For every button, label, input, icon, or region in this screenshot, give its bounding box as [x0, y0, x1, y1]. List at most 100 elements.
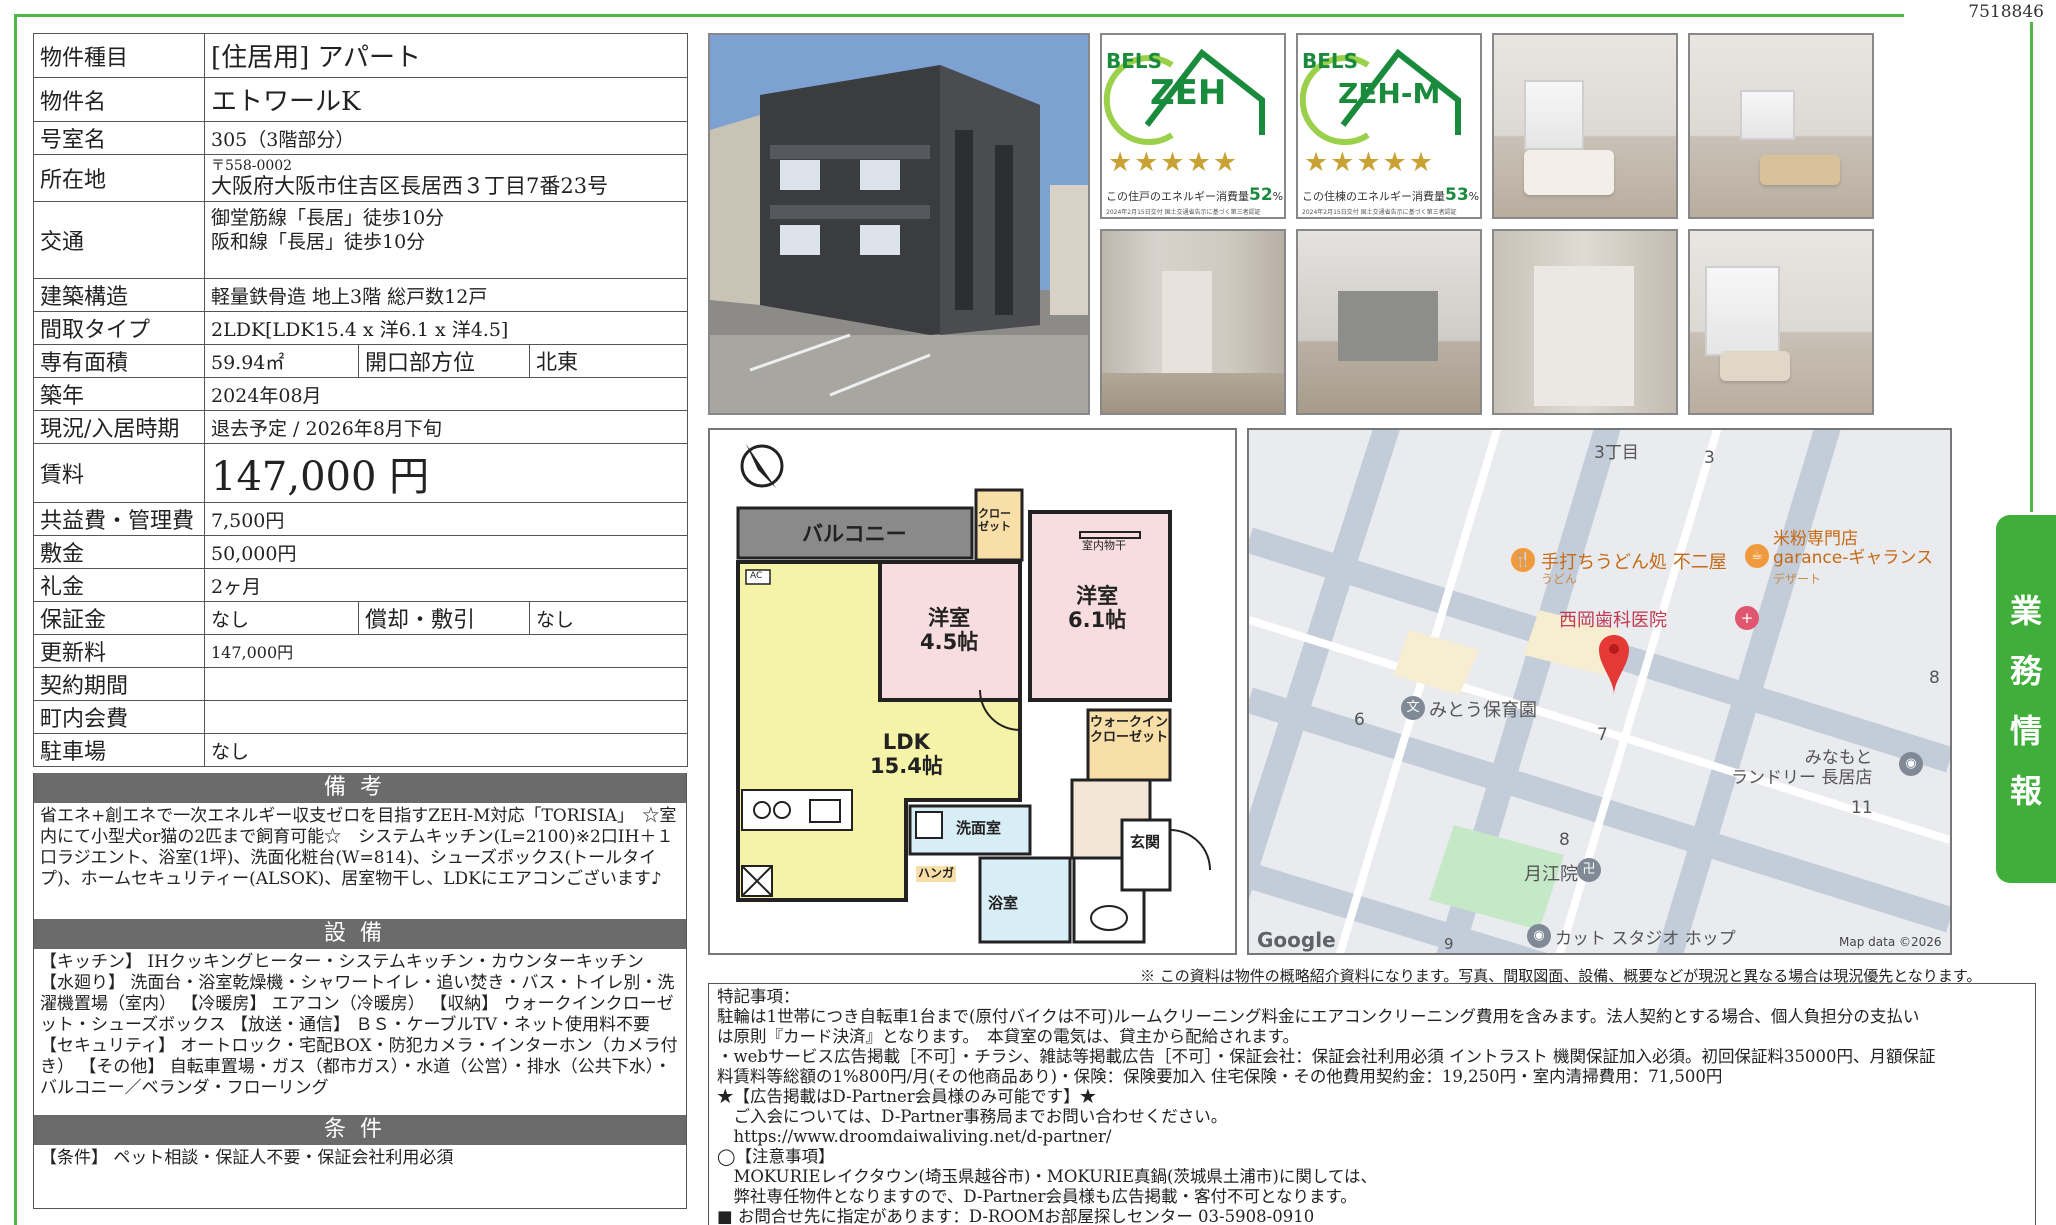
- fee-value: 7,500円: [203, 502, 689, 536]
- balcony-label: バルコニー: [802, 522, 907, 546]
- community-fee-label: 町内会費: [33, 700, 205, 734]
- bedroom-photo-2[interactable]: [1688, 33, 1874, 219]
- bels-zehm-fine-print: 2024年2月15日交付 国土交通省告示に基づく第三者認証: [1302, 209, 1457, 216]
- laundry-icon: ◉: [1899, 752, 1923, 776]
- remarks-line-10: MOKURIEレイクタウン(埼玉県越谷市)・MOKURIE真鍋(茨城県土浦市)に…: [717, 1167, 1378, 1186]
- built-value: 2024年08月: [203, 377, 689, 411]
- notes-panel: 備考 省エネ+創エネで一次エネルギー収支ゼロを目指すZEH-M対応「TORISI…: [33, 773, 687, 1209]
- renewal-value: 147,000円: [203, 634, 689, 668]
- bels-zeh-brand: BELS: [1106, 49, 1163, 73]
- washroom-label: 洗面室: [956, 819, 1002, 837]
- frame-top-line: [14, 14, 1904, 17]
- bels-zeh-reduction: この住戸のエネルギー消費量52%削減: [1106, 185, 1284, 205]
- side-tab-char-3: 情: [2009, 712, 2042, 750]
- floor: [1102, 373, 1284, 413]
- remarks-contact: ■ お問合せ先に指定があります：D-ROOMお部屋探しセンター 03-5908-…: [717, 1207, 1315, 1225]
- hallway-photo[interactable]: [1100, 229, 1286, 415]
- area-label: 専有面積: [33, 344, 205, 378]
- map-block-6: 6: [1354, 710, 1365, 730]
- window: [1524, 80, 1584, 150]
- remarks-line-9: ◯【注意事項】: [717, 1147, 835, 1166]
- remarks-line-2: 駐輪は1世帯につき自転車1台まで(原付バイクは不可)ルームクリーニング料金にエア…: [717, 1007, 1920, 1026]
- remarks-heading: 備考: [34, 773, 686, 803]
- school-icon: 文: [1401, 696, 1425, 720]
- bedroom-photo-1[interactable]: [1492, 33, 1678, 219]
- map-google-logo: Google: [1257, 928, 1336, 952]
- room-b-label: 洋室 6.1帖: [1068, 584, 1127, 633]
- empty-room-photo[interactable]: [1296, 229, 1482, 415]
- window: [1740, 90, 1795, 140]
- remarks-line-1: 特記事項：: [717, 987, 800, 1006]
- address-label: 所在地: [33, 154, 205, 202]
- deposit-label: 敷金: [33, 535, 205, 569]
- remarks-link[interactable]: https://www.droomdaiwaliving.net/d-partn…: [717, 1127, 2027, 1147]
- closet-opening: [1534, 266, 1634, 406]
- temple-icon: 卍: [1577, 858, 1601, 882]
- conditions-body: 【条件】 ペット相談・保証人不要・保証会社利用必須: [40, 1148, 454, 1168]
- bels-zehm-pct-pre: この住棟のエネルギー消費量: [1302, 190, 1445, 203]
- window: [1705, 266, 1780, 356]
- special-remarks: 特記事項： 駐輪は1世帯につき自転車1台まで(原付バイクは不可)ルームクリーニン…: [708, 983, 2036, 1225]
- address-value: 大阪府大阪市住吉区長居西３丁目7番23号: [211, 174, 609, 198]
- drying-label: 室内物干: [1082, 539, 1126, 552]
- frame-left-line: [14, 14, 17, 1225]
- ac-label: AC: [750, 571, 763, 581]
- address-cell: 〒558-0002 大阪府大阪市住吉区長居西３丁目7番23号: [203, 154, 689, 202]
- name-label: 物件名: [33, 77, 205, 122]
- salon-icon: ◉: [1527, 924, 1551, 948]
- living-room-photo[interactable]: [1688, 229, 1874, 415]
- closet-photo[interactable]: [1492, 229, 1678, 415]
- side-tab-char-4: 報: [2009, 772, 2042, 810]
- map-poi-cafe: 米粉専門店 garance-ギャランス: [1773, 529, 1933, 568]
- parking-label: 駐車場: [33, 733, 205, 767]
- structure-label: 建築構造: [33, 278, 205, 312]
- sofa: [1720, 351, 1790, 381]
- status-value: 退去予定 / 2026年8月下旬: [203, 410, 689, 444]
- bels-zehm-pct-post: %削減: [1468, 190, 1480, 203]
- keymoney-value: 2ヶ月: [203, 568, 689, 602]
- structure-value: 軽量鉄骨造 地上3階 総戸数12戸: [203, 278, 689, 312]
- floor-plan[interactable]: バルコニー クロー ゼット 洋室 4.5帖 洋室 6.1帖 室内物干 LDK 1…: [708, 428, 1237, 955]
- fee-label: 共益費・管理費: [33, 502, 205, 536]
- document-id: 7518846: [1968, 2, 2044, 22]
- map-block-8-east: 8: [1929, 668, 1940, 688]
- remarks-line-3: は原則『カード決済』となります。 本貸室の電気は、貸主から配給されます。: [717, 1027, 1299, 1046]
- map-block-8-south: 8: [1559, 830, 1570, 850]
- contract-label: 契約期間: [33, 667, 205, 701]
- bels-zeh-pct-post: %削減: [1272, 190, 1284, 203]
- amortization-label: 償却・敷引: [358, 601, 530, 635]
- rent-value: 147,000 円: [203, 443, 689, 503]
- room-label: 号室名: [33, 121, 205, 155]
- bels-zehm-stars-icon: ★★★★★: [1304, 147, 1436, 178]
- remarks-body: 省エネ+創エネで一次エネルギー収支ゼロを目指すZEH-M対応「TORISIA」 …: [40, 806, 677, 889]
- direction-label: 開口部方位: [358, 344, 530, 378]
- bels-zeh-stars-icon: ★★★★★: [1108, 147, 1240, 178]
- equipment-body: 【キッチン】 IHクッキングヒーター・システムキッチン・カウンターキッチン 【水…: [40, 952, 678, 1098]
- contract-value: [203, 667, 689, 701]
- doorway: [1162, 271, 1212, 381]
- hospital-icon: +: [1735, 606, 1759, 630]
- floor-plan-drawing: [736, 444, 1211, 944]
- remarks-line-6: ★【広告掲載はD-Partner会員様のみ可能です】★: [717, 1087, 1097, 1106]
- cafe-icon: ☕: [1745, 544, 1769, 568]
- zip-code: 〒558-0002: [211, 158, 293, 174]
- rent-label: 賃料: [33, 443, 205, 503]
- deposit-value: 50,000円: [203, 535, 689, 569]
- bels-zehm-badge[interactable]: BELS ZEH-M ★★★★★ この住棟のエネルギー消費量53%削減 2024…: [1296, 33, 1482, 219]
- parking-value: なし: [203, 733, 689, 767]
- direction-value: 北東: [528, 344, 689, 378]
- transit-label: 交通: [33, 201, 205, 279]
- building-exterior-photo[interactable]: [708, 33, 1090, 415]
- business-info-tab[interactable]: 業 務 情 報: [1996, 515, 2056, 883]
- bels-zehm-mark: ZEH-M: [1338, 77, 1441, 110]
- entrance-label: 玄関: [1130, 833, 1161, 851]
- room-value: 305（3階部分）: [203, 121, 689, 155]
- transit-line-1: 御堂筋線「長居」徒歩10分: [211, 207, 445, 229]
- renewal-label: 更新料: [33, 634, 205, 668]
- built-label: 築年: [33, 377, 205, 411]
- layout-value: 2LDK[LDK15.4 x 洋6.1 x 洋4.5]: [203, 311, 689, 345]
- location-map[interactable]: 3丁目 3 6 7 8 8 9 11 🍴 手打ちうどん処 不二屋 うどん ☕ 米…: [1247, 428, 1952, 955]
- remarks-line-4: ・webサービス広告掲載［不可］・チラシ、雑誌等掲載広告［不可］・保証会社：保証…: [717, 1047, 1936, 1066]
- bels-zeh-badge[interactable]: BELS ZEH ★★★★★ この住戸のエネルギー消費量52%削減 2024年2…: [1100, 33, 1286, 219]
- map-district-3chome: 3丁目: [1594, 443, 1639, 463]
